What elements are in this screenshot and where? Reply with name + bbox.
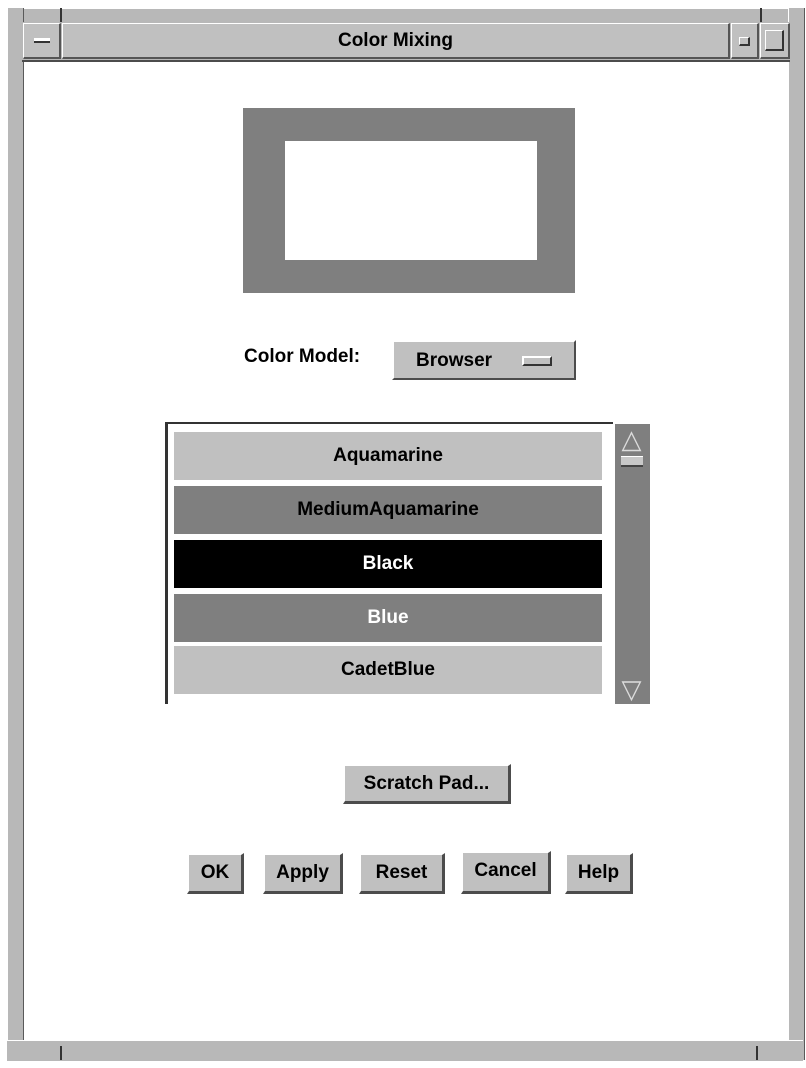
window-frame-left[interactable] <box>7 8 24 1060</box>
maximize-icon <box>765 30 784 51</box>
frame-corner-mark <box>60 1046 62 1060</box>
color-model-value: Browser <box>416 350 493 371</box>
frame-corner-mark <box>756 1046 758 1060</box>
minimize-button[interactable] <box>731 23 759 59</box>
list-item[interactable]: Black <box>174 540 602 588</box>
list-item[interactable]: CadetBlue <box>174 646 602 694</box>
option-menu-indicator-icon <box>522 356 552 366</box>
help-button[interactable]: Help <box>565 853 633 894</box>
window-frame-bottom[interactable] <box>7 1040 803 1061</box>
list-item[interactable]: Aquamarine <box>174 432 602 480</box>
list-item[interactable]: Blue <box>174 594 602 642</box>
frame-corner-mark <box>760 8 762 22</box>
minimize-icon <box>739 37 750 46</box>
list-item[interactable]: MediumAquamarine <box>174 486 602 534</box>
scroll-down-arrow-icon[interactable]: ▽ <box>615 676 648 702</box>
window-frame-top[interactable] <box>7 8 803 23</box>
color-model-option-menu[interactable]: Browser <box>392 340 576 380</box>
window-menu-button[interactable] <box>23 23 61 59</box>
scroll-up-arrow-icon[interactable]: △ <box>615 426 648 452</box>
maximize-button[interactable] <box>760 23 790 59</box>
scrollbar-thumb[interactable] <box>621 456 643 467</box>
apply-button[interactable]: Apply <box>263 853 343 894</box>
color-preview-swatch <box>285 141 537 260</box>
window-menu-icon <box>34 38 50 43</box>
list-scrollbar[interactable]: △ ▽ <box>613 422 650 704</box>
ok-button[interactable]: OK <box>187 853 244 894</box>
window-title[interactable]: Color Mixing <box>62 23 730 59</box>
window-frame-right[interactable] <box>788 8 805 1060</box>
reset-button[interactable]: Reset <box>359 853 445 894</box>
cancel-button[interactable]: Cancel <box>461 851 551 894</box>
frame-corner-mark <box>60 8 62 22</box>
color-model-label: Color Model: <box>244 346 361 367</box>
scratch-pad-button[interactable]: Scratch Pad... <box>343 764 511 804</box>
